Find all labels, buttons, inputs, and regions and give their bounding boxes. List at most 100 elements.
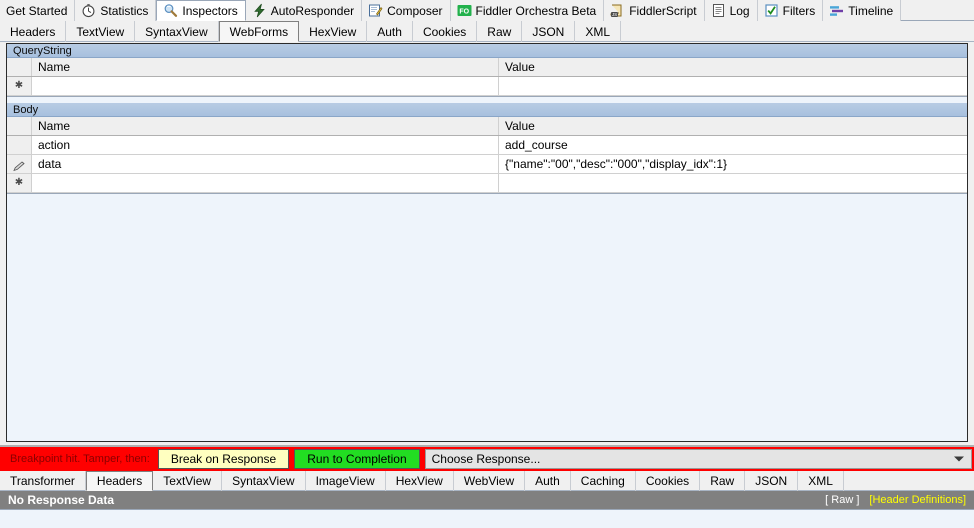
row-marker-cell[interactable] <box>7 155 32 173</box>
main-tab-label: Composer <box>387 3 443 18</box>
main-tab-composer[interactable]: Composer <box>362 0 451 21</box>
request-tab-syntaxview[interactable]: SyntaxView <box>135 21 219 42</box>
main-tab-label: FiddlerScript <box>629 3 697 18</box>
run-to-completion-button[interactable]: Run to Completion <box>294 449 420 469</box>
body-grid[interactable]: Name Value action add_course data {"name":"00… <box>7 117 967 194</box>
request-tab-webforms[interactable]: WebForms <box>218 21 300 42</box>
tab-label: HexView <box>395 474 443 488</box>
tab-label: Raw <box>710 474 735 488</box>
row-value-cell[interactable] <box>499 77 967 95</box>
row-marker-cell[interactable]: ✱ <box>7 77 32 95</box>
request-inspector-tab-strip: Headers TextView SyntaxView WebForms HexView… <box>0 21 974 42</box>
request-tab-auth[interactable]: Auth <box>367 21 413 42</box>
row-value-cell[interactable]: add_course <box>499 136 967 154</box>
main-tab-label: Fiddler Orchestra Beta <box>475 3 597 18</box>
choose-response-dropdown[interactable]: Choose Response... <box>424 449 972 469</box>
column-header-name[interactable]: Name <box>32 117 499 135</box>
response-content-area <box>0 509 974 528</box>
tab-label: JSON <box>755 474 788 488</box>
response-tab-transformer[interactable]: Transformer <box>0 471 86 491</box>
row-value-cell[interactable]: {"name":"00","desc":"000","display_idx":… <box>499 155 967 173</box>
response-tab-caching[interactable]: Caching <box>571 471 636 491</box>
svg-text:JS: JS <box>612 12 617 17</box>
main-tab-label: Filters <box>782 3 816 18</box>
break-on-response-button[interactable]: Break on Response <box>157 449 290 469</box>
column-header-value[interactable]: Value <box>499 117 967 135</box>
tab-label: HexView <box>309 24 357 39</box>
main-tab-label: Statistics <box>100 3 149 18</box>
request-tab-headers[interactable]: Headers <box>0 21 67 42</box>
table-row[interactable]: action add_course <box>7 136 967 155</box>
row-value-cell[interactable] <box>499 174 967 192</box>
tab-label: Auth <box>535 474 560 488</box>
tab-label: XML <box>808 474 833 488</box>
timeline-icon <box>829 3 844 18</box>
response-tab-webview[interactable]: WebView <box>454 471 526 491</box>
table-row[interactable]: ✱ <box>7 77 967 96</box>
main-tab-log[interactable]: Log <box>704 0 758 21</box>
response-tab-imageview[interactable]: ImageView <box>306 471 386 491</box>
request-tab-json[interactable]: JSON <box>522 21 576 42</box>
response-tab-syntaxview[interactable]: SyntaxView <box>222 471 306 491</box>
response-tab-raw[interactable]: Raw <box>700 471 746 491</box>
table-row[interactable]: ✱ <box>7 174 967 193</box>
request-tab-cookies[interactable]: Cookies <box>413 21 478 42</box>
no-response-data-title: No Response Data <box>8 493 115 507</box>
response-tab-headers[interactable]: Headers <box>85 471 154 491</box>
querystring-grid[interactable]: Name Value ✱ <box>7 58 967 97</box>
main-tab-strip: Get Started Statistics Inspectors AutoRespo… <box>0 0 974 21</box>
row-marker-cell[interactable]: ✱ <box>7 174 32 192</box>
column-header-value[interactable]: Value <box>499 58 967 76</box>
tab-label: ImageView <box>315 474 375 488</box>
request-tab-xml[interactable]: XML <box>575 21 622 42</box>
raw-link[interactable]: [ Raw ] <box>825 494 859 506</box>
tab-label: WebForms <box>229 24 289 39</box>
main-tab-autoresponder[interactable]: AutoResponder <box>245 0 363 21</box>
fo-badge-icon: FO <box>457 3 472 18</box>
chevron-down-icon <box>954 456 964 462</box>
tab-label: Raw <box>487 24 512 39</box>
response-tab-xml[interactable]: XML <box>798 471 844 491</box>
request-tab-textview[interactable]: TextView <box>66 21 136 42</box>
main-tab-fiddler-orchestra-beta[interactable]: FO Fiddler Orchestra Beta <box>450 0 605 21</box>
response-tab-json[interactable]: JSON <box>745 471 799 491</box>
table-row[interactable]: data {"name":"00","desc":"000","display_i… <box>7 155 967 174</box>
main-tab-label: Get Started <box>6 3 68 18</box>
tab-label: SyntaxView <box>232 474 295 488</box>
row-marker-cell[interactable] <box>7 136 32 154</box>
request-tab-hexview[interactable]: HexView <box>299 21 368 42</box>
fiddler-window: Get Started Statistics Inspectors AutoRespo… <box>0 0 974 528</box>
main-tab-get-started[interactable]: Get Started <box>0 0 76 21</box>
main-tab-statistics[interactable]: Statistics <box>75 0 157 21</box>
tab-label: TextView <box>163 474 212 488</box>
grid-header-marker-cell <box>7 117 32 135</box>
script-icon: JS <box>610 3 625 18</box>
response-inspector-tab-strip: Transformer Headers TextView SyntaxView Imag… <box>0 471 974 491</box>
log-icon <box>711 3 726 18</box>
row-name-cell[interactable]: data <box>32 155 499 173</box>
column-header-name[interactable]: Name <box>32 58 499 76</box>
webforms-panel: QueryString Name Value ✱ Body Name Value act… <box>6 43 968 442</box>
main-tab-inspectors[interactable]: Inspectors <box>156 0 246 21</box>
tab-label: Cookies <box>422 24 467 39</box>
new-row-asterisk-icon: ✱ <box>14 80 24 91</box>
response-tab-hexview[interactable]: HexView <box>386 471 454 491</box>
response-tab-auth[interactable]: Auth <box>525 471 571 491</box>
grid-header-row: Name Value <box>7 117 967 136</box>
response-tab-textview[interactable]: TextView <box>153 471 223 491</box>
main-tab-fiddlerscript[interactable]: JS FiddlerScript <box>604 0 705 21</box>
main-tab-label: Inspectors <box>182 3 238 18</box>
main-tab-filters[interactable]: Filters <box>757 0 824 21</box>
row-name-cell[interactable]: action <box>32 136 499 154</box>
tab-label: JSON <box>532 24 565 39</box>
row-name-cell[interactable] <box>32 77 499 95</box>
svg-text:FO: FO <box>459 8 469 15</box>
request-tab-filler <box>621 21 974 41</box>
querystring-section-header: QueryString <box>7 44 967 58</box>
main-tab-label: Log <box>729 3 750 18</box>
response-tab-cookies[interactable]: Cookies <box>636 471 701 491</box>
request-tab-raw[interactable]: Raw <box>477 21 523 42</box>
row-name-cell[interactable] <box>32 174 499 192</box>
main-tab-timeline[interactable]: Timeline <box>823 0 902 21</box>
header-definitions-link[interactable]: [Header Definitions] <box>869 494 966 506</box>
